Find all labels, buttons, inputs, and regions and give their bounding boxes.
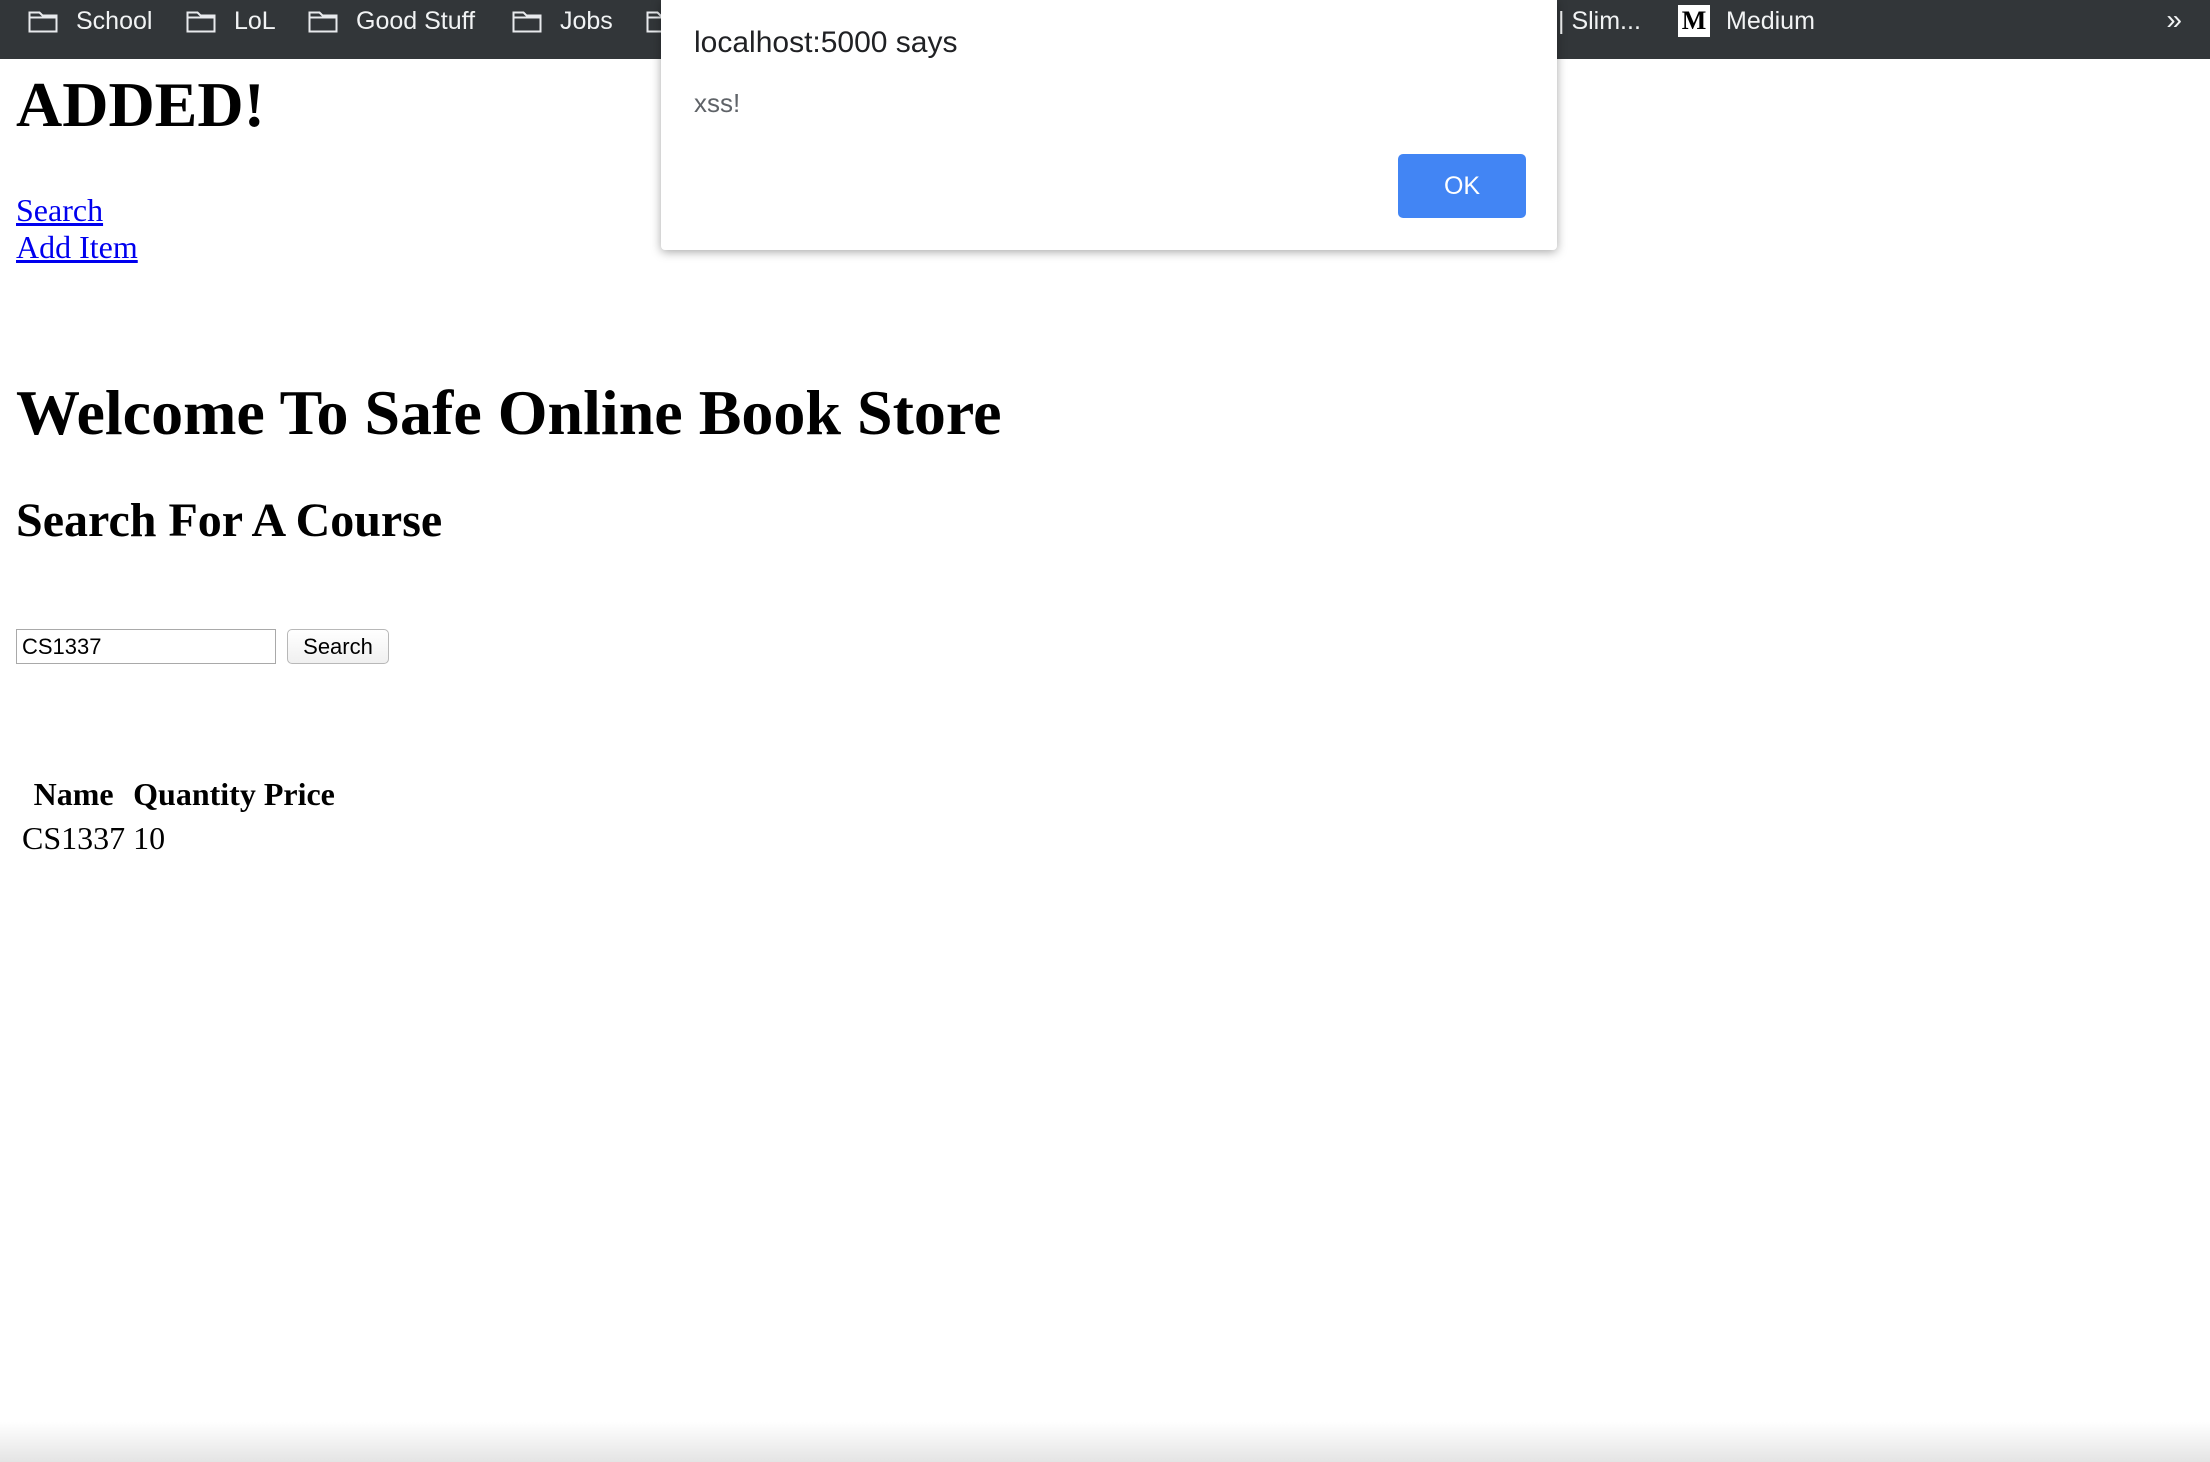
bookmark-medium[interactable]: M Medium: [1678, 0, 1815, 42]
folder-icon: [308, 9, 338, 33]
bookmark-label: Good Stuff: [356, 6, 476, 35]
page-title: Welcome To Safe Online Book Store: [16, 377, 1002, 448]
cell-quantity: 10: [133, 820, 166, 857]
added-heading: ADDED!: [16, 69, 265, 140]
search-section-heading: Search For A Course: [16, 494, 443, 547]
cell-name: CS1337: [22, 820, 126, 857]
bookmark-folder-jobs[interactable]: Jobs: [512, 0, 613, 42]
table-row: CS1337 10: [20, 818, 337, 858]
bookmarks-overflow-chevron-icon[interactable]: »: [2166, 4, 2182, 36]
folder-icon: [28, 9, 58, 33]
folder-icon: [186, 9, 216, 33]
bookmark-folder-good-stuff[interactable]: Good Stuff: [308, 0, 475, 42]
bookmark-slim[interactable]: | Slim...: [1558, 0, 1641, 42]
search-link[interactable]: Search: [16, 194, 103, 226]
ok-button[interactable]: OK: [1398, 154, 1526, 218]
alert-title: localhost:5000 says: [694, 26, 958, 59]
table-header-row: Name Quantity Price: [20, 774, 337, 814]
bookmark-label: School: [76, 6, 153, 35]
column-header-quantity: Quantity: [133, 776, 256, 812]
column-header-name: Name: [33, 776, 114, 812]
bookmark-folder-school[interactable]: School: [28, 0, 152, 42]
bookmark-label: Medium: [1726, 6, 1815, 35]
bookmark-folder-lol[interactable]: LoL: [186, 0, 276, 42]
alert-dialog: localhost:5000 says xss! OK: [661, 0, 1557, 250]
cell-price: [262, 818, 337, 858]
bookmark-label: LoL: [234, 6, 276, 35]
bookmark-label: | Slim...: [1558, 6, 1641, 35]
bookmark-label: Jobs: [560, 6, 613, 35]
search-button[interactable]: Search: [287, 629, 389, 664]
results-table: Name Quantity Price CS1337 10: [16, 770, 341, 863]
medium-logo-icon: M: [1678, 5, 1710, 37]
window-bottom-edge: [0, 1422, 2210, 1462]
alert-message: xss!: [694, 88, 741, 118]
folder-icon: [512, 9, 542, 33]
add-item-link[interactable]: Add Item: [16, 231, 138, 263]
column-header-price: Price: [263, 776, 335, 812]
search-input[interactable]: [16, 629, 276, 664]
